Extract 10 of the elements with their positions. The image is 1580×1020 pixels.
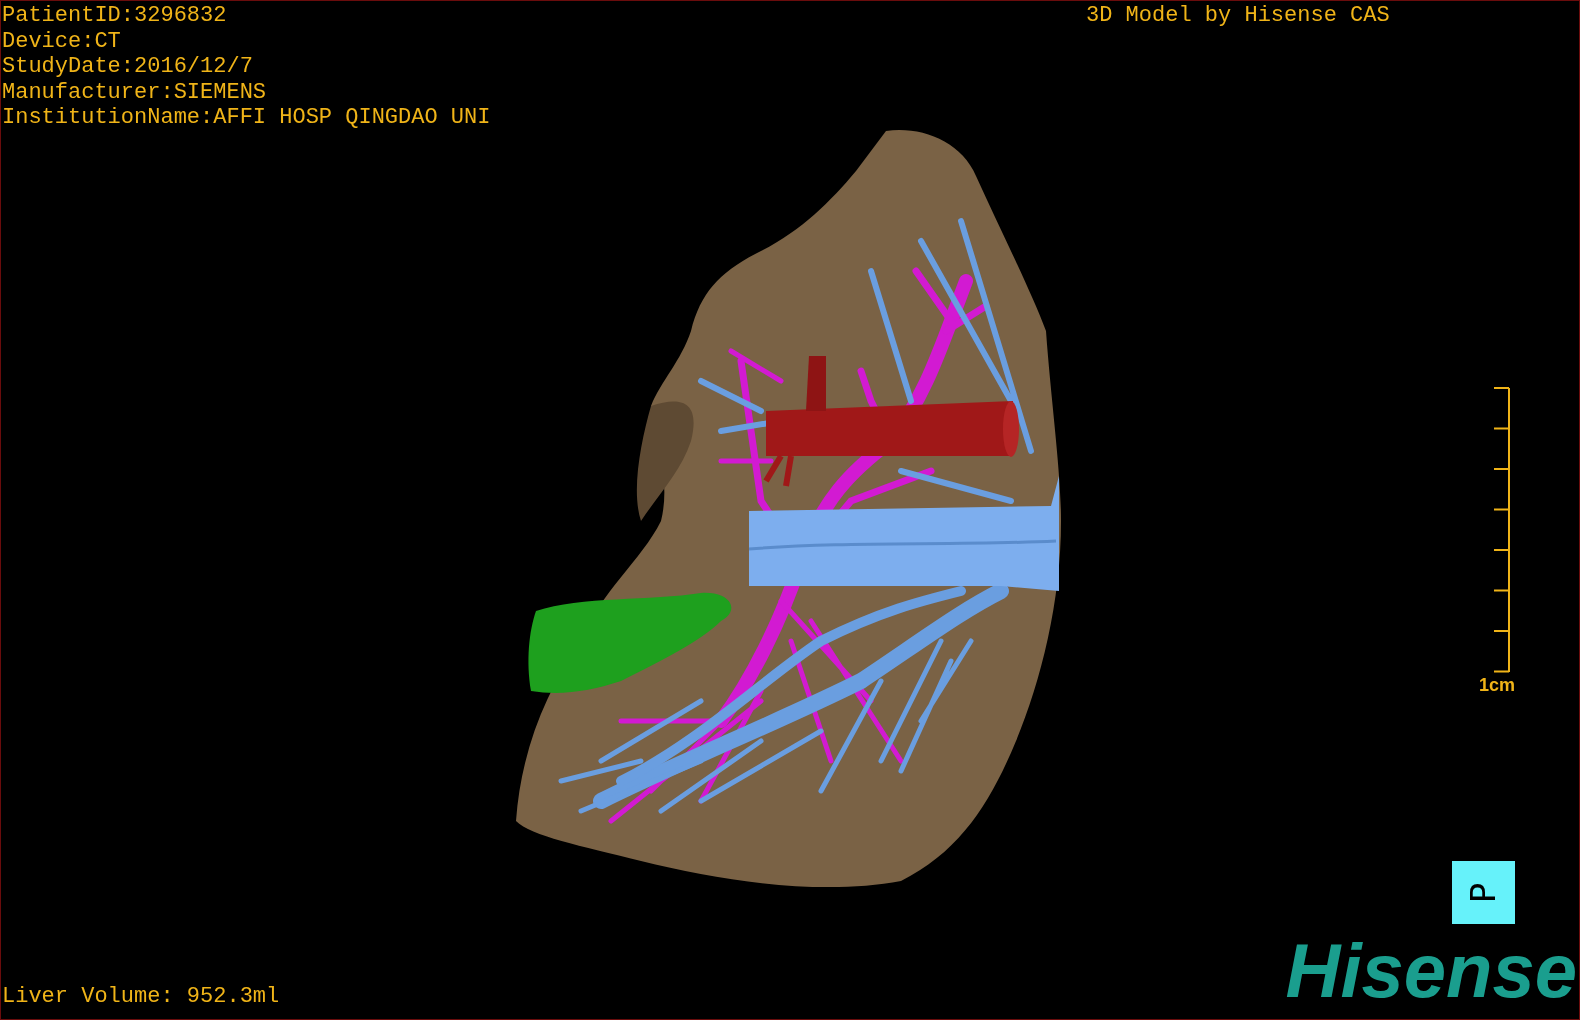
patient-info-text: StudyDate:2016/12/7 <box>2 54 254 80</box>
patient-info-text: InstitutionName:AFFI HOSP QINGDAO UNI <box>2 105 491 131</box>
orientation-marker[interactable]: P <box>1452 861 1515 924</box>
patient-info-text: Manufacturer:SIEMENS <box>2 79 268 105</box>
patient-info-text: PatientID:3296832 <box>2 3 228 29</box>
model-title: 3D Model by Hisense CAS <box>1086 3 1390 29</box>
liver-volume-text: Liver Volume: 952.3ml <box>2 984 280 1009</box>
patient-info-text: Device:CT <box>2 28 122 54</box>
logo-text: Hisense <box>1285 933 1577 1009</box>
scale-label: 1cm <box>1478 675 1515 696</box>
